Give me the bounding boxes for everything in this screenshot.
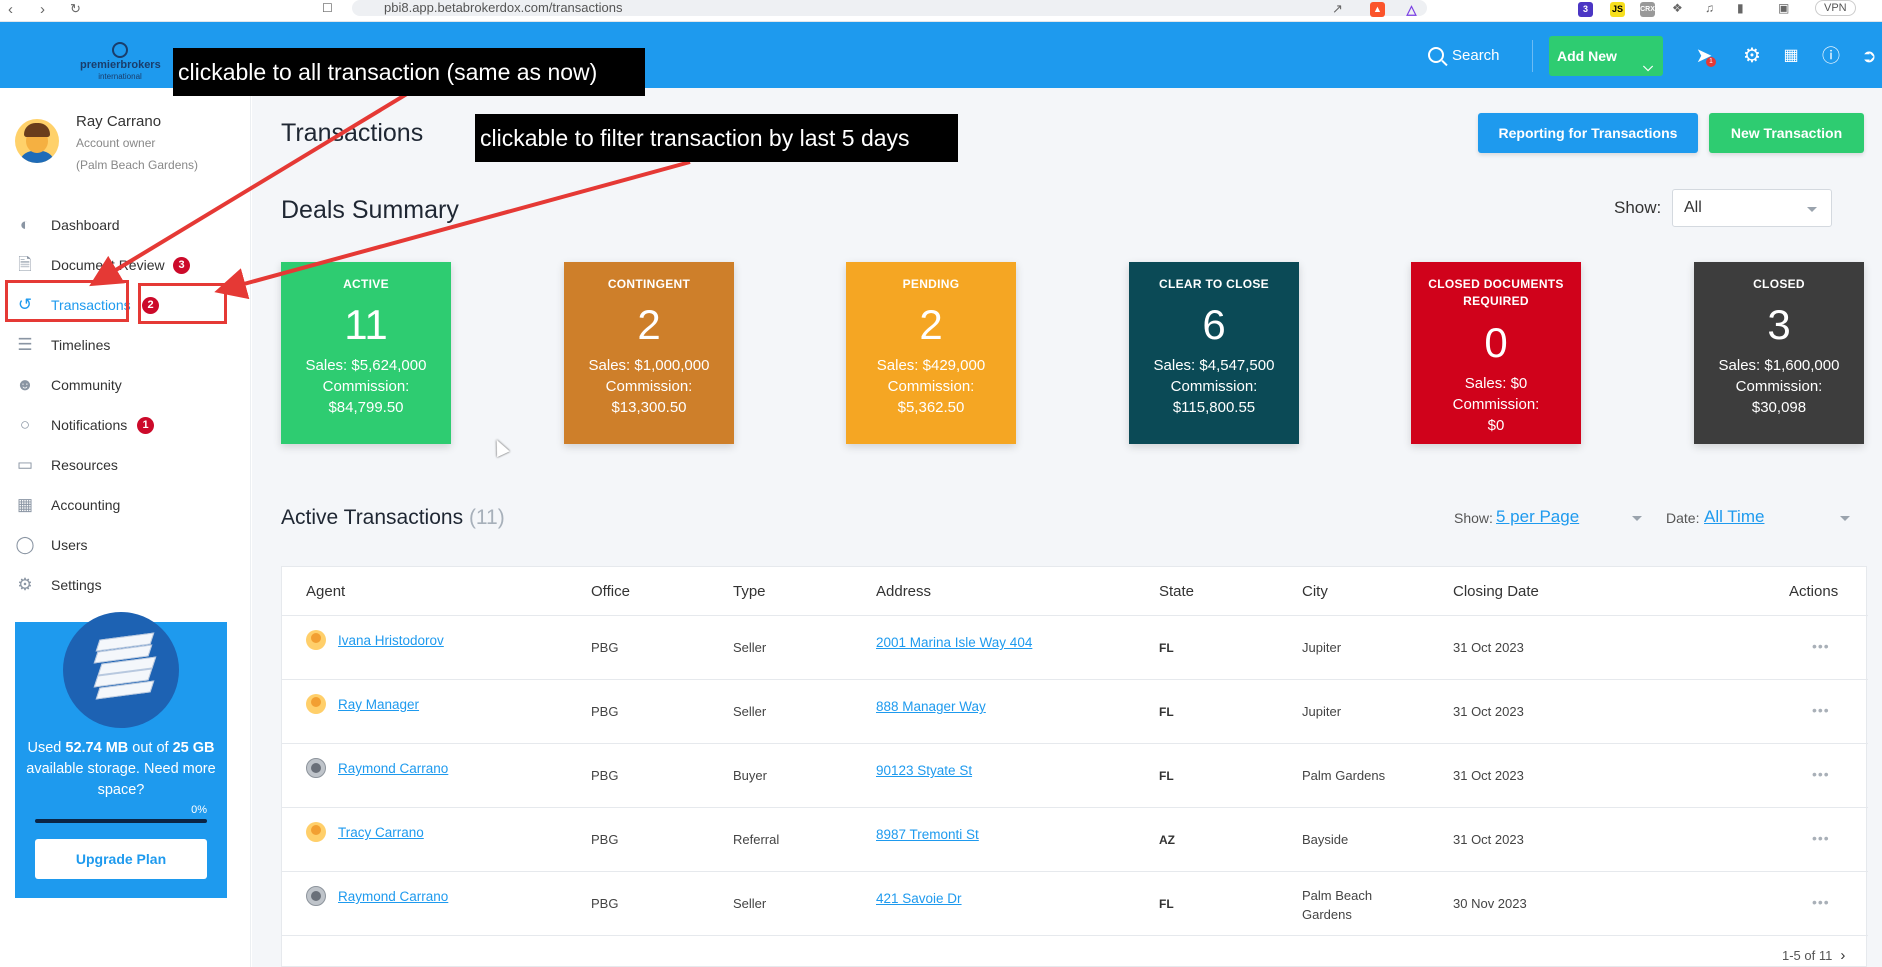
- annotation-note-last-5-days: clickable to filter transaction by last …: [475, 114, 958, 162]
- annotation-note-all-transactions: clickable to all transaction (same as no…: [173, 48, 645, 96]
